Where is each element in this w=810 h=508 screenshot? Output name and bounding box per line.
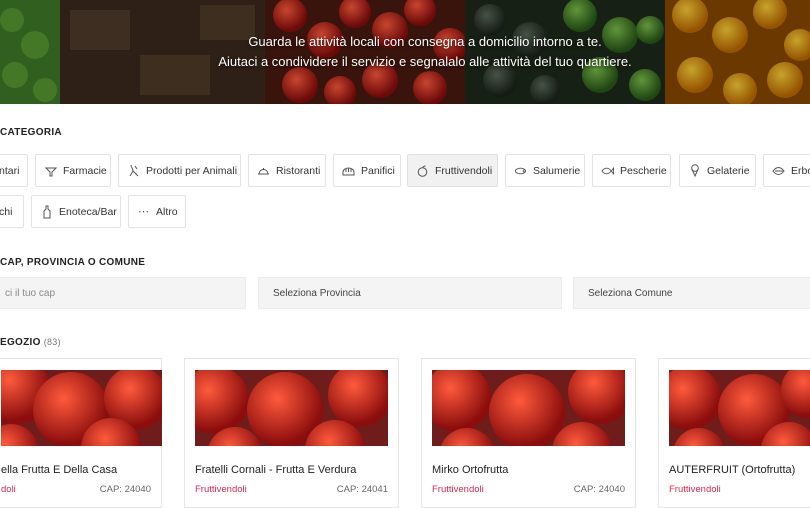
hero-text: Guarda le attività locali con consegna a…: [0, 0, 810, 104]
chip-label: Gelaterie: [707, 164, 750, 177]
category-chip-prodotti-per-animali[interactable]: Prodotti per Animali: [118, 154, 241, 187]
chip-label: Panifici: [361, 164, 395, 177]
category-chip-panifici[interactable]: Panifici: [333, 154, 401, 187]
chip-label: chi: [0, 205, 13, 218]
shop-card-name: Fratelli Cornali - Frutta E Verdura: [195, 464, 357, 476]
shop-card-image: [669, 370, 810, 446]
shop-count: (83): [43, 337, 61, 347]
category-chip-farmacie[interactable]: Farmacie: [35, 154, 111, 187]
shop-card-1[interactable]: ella Frutta E Della Casa doli CAP: 24040: [0, 358, 162, 508]
bottle-icon: [40, 205, 53, 218]
comune-select[interactable]: Seleziona Comune: [573, 277, 810, 309]
shop-card-cap: CAP: 24040: [99, 484, 151, 495]
shop-card-2[interactable]: Fratelli Cornali - Frutta E Verdura Frut…: [184, 358, 399, 508]
chip-label: Enoteca/Bar: [59, 205, 117, 218]
shop-section-title: EGOZIO (83): [0, 337, 61, 348]
shop-card-name: ella Frutta E Della Casa: [1, 464, 118, 476]
chip-label: ntari: [0, 164, 20, 177]
category-chip-erboristerie[interactable]: Erbo: [763, 154, 810, 187]
chip-label: Erbo: [791, 164, 810, 177]
shop-card-category: Fruttivendoli: [195, 484, 247, 495]
shop-card-4[interactable]: AUTERFRUIT (Ortofrutta) Fruttivendoli: [658, 358, 810, 508]
shop-card-cap: CAP: 24041: [336, 484, 388, 495]
category-chip-gelaterie[interactable]: Gelaterie: [679, 154, 756, 187]
chip-label: Ristoranti: [276, 164, 321, 177]
fruit-icon: [416, 164, 429, 177]
chip-label: Farmacie: [63, 164, 107, 177]
hero-line-1: Guarda le attività locali con consegna a…: [248, 34, 602, 49]
more-icon: ⋯: [138, 206, 149, 218]
shop-card-image: [1, 370, 162, 446]
chip-label: Altro: [156, 205, 178, 218]
icecream-icon: [688, 164, 701, 177]
cap-input-placeholder: ci il tuo cap: [5, 287, 56, 299]
shop-section-label: EGOZIO: [0, 337, 41, 348]
provincia-select[interactable]: Seleziona Provincia: [258, 277, 562, 309]
chip-label: Salumerie: [533, 164, 581, 177]
comune-select-label: Seleziona Comune: [588, 287, 673, 299]
category-chip-alimentari[interactable]: ntari: [0, 154, 28, 187]
category-chip-fruttivendoli[interactable]: Fruttivendoli: [407, 154, 498, 187]
category-chip-altro[interactable]: ⋯ Altro: [128, 195, 186, 228]
cap-input[interactable]: ci il tuo cap: [0, 277, 246, 309]
shop-card-name: Mirko Ortofrutta: [432, 464, 509, 476]
bread-icon: [342, 164, 355, 177]
pet-icon: [127, 164, 140, 177]
shop-card-category: Fruttivendoli: [432, 484, 484, 495]
location-section-title: CAP, PROVINCIA O COMUNE: [0, 257, 146, 268]
provincia-select-label: Seleziona Provincia: [273, 287, 361, 299]
salami-icon: [514, 164, 527, 177]
shop-card-cap: CAP: 24040: [573, 484, 625, 495]
category-section-title: CATEGORIA: [0, 127, 62, 138]
category-chip-salumerie[interactable]: Salumerie: [505, 154, 585, 187]
fish-icon: [601, 164, 614, 177]
chip-label: Fruttivendoli: [435, 164, 493, 177]
shop-card-category: doli: [1, 484, 16, 495]
hero-line-2: Aiutaci a condividere il servizio e segn…: [218, 54, 632, 69]
hero-banner: Guarda le attività locali con consegna a…: [0, 0, 810, 104]
category-chip-pescherie[interactable]: Pescherie: [592, 154, 671, 187]
shop-card-image: [195, 370, 388, 446]
shop-card-3[interactable]: Mirko Ortofrutta Fruttivendoli CAP: 2404…: [421, 358, 636, 508]
category-chip-ristoranti[interactable]: Ristoranti: [248, 154, 326, 187]
leaf-icon: [772, 164, 785, 177]
shop-card-name: AUTERFRUIT (Ortofrutta): [669, 464, 796, 476]
mortar-icon: [44, 164, 57, 177]
cloche-icon: [257, 164, 270, 177]
shop-card-category: Fruttivendoli: [669, 484, 721, 495]
shop-card-image: [432, 370, 625, 446]
chip-label: Pescherie: [620, 164, 667, 177]
chip-label: Prodotti per Animali: [146, 164, 238, 177]
category-chip-enoteca-bar[interactable]: Enoteca/Bar: [31, 195, 121, 228]
category-chip-truncated[interactable]: chi: [0, 195, 24, 228]
